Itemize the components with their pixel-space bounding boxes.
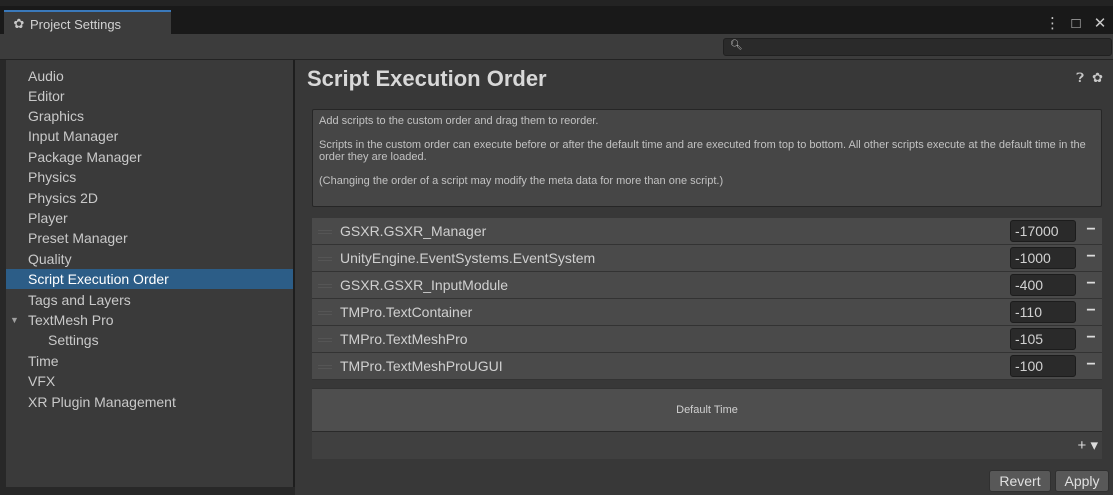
sidebar-item-tags-and-layers[interactable]: Tags and Layers xyxy=(6,290,293,310)
sidebar-item-physics-2d[interactable]: Physics 2D xyxy=(6,188,293,208)
settings-sidebar: Audio Editor Graphics Input Manager Pack… xyxy=(6,60,293,487)
drag-handle-icon[interactable] xyxy=(318,311,332,315)
revert-button[interactable]: Revert xyxy=(989,470,1051,492)
settings-gear-icon[interactable]: ✿ xyxy=(1092,70,1103,86)
close-icon[interactable]: ✕ xyxy=(1093,14,1107,32)
order-field[interactable]: -1000 xyxy=(1010,247,1076,269)
script-name: TMPro.TextMeshPro xyxy=(340,331,468,347)
more-options-icon[interactable]: ⋮ xyxy=(1045,14,1060,32)
drag-handle-icon[interactable] xyxy=(318,365,332,369)
sidebar-item-textmesh-pro[interactable]: ▼ TextMesh Pro xyxy=(6,310,293,330)
order-field[interactable]: -100 xyxy=(1010,355,1076,377)
sidebar-item-time[interactable]: Time xyxy=(6,351,293,371)
search-icon: 🔍︎ xyxy=(730,40,743,51)
script-name: TMPro.TextMeshProUGUI xyxy=(340,358,503,374)
script-name: UnityEngine.EventSystems.EventSystem xyxy=(340,250,596,266)
help-box: Add scripts to the custom order and drag… xyxy=(312,109,1102,207)
remove-icon[interactable]: − xyxy=(1084,249,1098,266)
script-row[interactable]: GSXR.GSXR_Manager -17000 − xyxy=(312,218,1102,245)
drag-handle-icon[interactable] xyxy=(318,284,332,288)
drag-handle-icon[interactable] xyxy=(318,230,332,234)
search-bar: 🔍︎ xyxy=(0,34,1113,60)
order-field[interactable]: -105 xyxy=(1010,328,1076,350)
project-settings-tab[interactable]: ✿ Project Settings xyxy=(4,10,171,36)
expand-arrow-icon[interactable]: ▼ xyxy=(10,310,19,330)
remove-icon[interactable]: − xyxy=(1084,222,1098,239)
script-row[interactable]: TMPro.TextContainer -110 − xyxy=(312,299,1102,326)
script-row[interactable]: TMPro.TextMeshPro -105 − xyxy=(312,326,1102,353)
drag-handle-icon[interactable] xyxy=(318,257,332,261)
script-name: TMPro.TextContainer xyxy=(340,304,473,320)
sidebar-item-preset-manager[interactable]: Preset Manager xyxy=(6,228,293,248)
default-time-divider: Default Time xyxy=(312,388,1102,431)
remove-icon[interactable]: − xyxy=(1084,330,1098,347)
window-controls: ⋮ □ ✕ xyxy=(1045,14,1107,33)
remove-icon[interactable]: − xyxy=(1084,276,1098,293)
script-order-list: GSXR.GSXR_Manager -17000 − UnityEngine.E… xyxy=(312,218,1102,380)
list-footer: + ▾ xyxy=(312,431,1102,459)
drag-handle-icon[interactable] xyxy=(318,338,332,342)
sidebar-item-script-execution-order[interactable]: Script Execution Order xyxy=(6,269,293,289)
help-text-line: (Changing the order of a script may modi… xyxy=(319,175,724,187)
title-icons: ❓︎ ✿ xyxy=(1076,70,1103,86)
tab-title: Project Settings xyxy=(30,16,122,32)
order-field[interactable]: -17000 xyxy=(1010,220,1076,242)
order-field[interactable]: -110 xyxy=(1010,301,1076,323)
sidebar-item-audio[interactable]: Audio xyxy=(6,66,293,86)
script-name: GSXR.GSXR_Manager xyxy=(340,223,487,239)
sidebar-item-xr-plugin-management[interactable]: XR Plugin Management xyxy=(6,392,293,412)
gear-icon: ✿ xyxy=(13,16,25,31)
help-text-line: Add scripts to the custom order and drag… xyxy=(319,115,599,127)
sidebar-item-textmesh-pro-settings[interactable]: Settings xyxy=(6,330,293,350)
sidebar-item-package-manager[interactable]: Package Manager xyxy=(6,147,293,167)
page-title: Script Execution Order xyxy=(307,66,547,91)
script-name: GSXR.GSXR_InputModule xyxy=(340,277,509,293)
remove-icon[interactable]: − xyxy=(1084,303,1098,320)
sidebar-item-player[interactable]: Player xyxy=(6,208,293,228)
script-row[interactable]: UnityEngine.EventSystems.EventSystem -10… xyxy=(312,245,1102,272)
help-text-line: Scripts in the custom order can execute … xyxy=(319,139,1086,163)
main-panel: Script Execution Order ❓︎ ✿ Add scripts … xyxy=(295,60,1113,495)
help-icon[interactable]: ❓︎ xyxy=(1076,70,1084,86)
maximize-icon[interactable]: □ xyxy=(1069,15,1083,32)
search-input[interactable] xyxy=(744,39,1104,55)
sidebar-item-input-manager[interactable]: Input Manager xyxy=(6,126,293,146)
order-field[interactable]: -400 xyxy=(1010,274,1076,296)
script-row[interactable]: GSXR.GSXR_InputModule -400 − xyxy=(312,272,1102,299)
title-bar: ✿ Project Settings ⋮ □ ✕ xyxy=(0,0,1113,36)
search-field[interactable]: 🔍︎ xyxy=(723,38,1112,56)
add-script-button[interactable]: + ▾ xyxy=(1078,436,1098,454)
sidebar-item-graphics[interactable]: Graphics xyxy=(6,106,293,126)
remove-icon[interactable]: − xyxy=(1084,357,1098,374)
apply-button[interactable]: Apply xyxy=(1055,470,1109,492)
script-row[interactable]: TMPro.TextMeshProUGUI -100 − xyxy=(312,353,1102,380)
sidebar-item-editor[interactable]: Editor xyxy=(6,86,293,106)
sidebar-item-physics[interactable]: Physics xyxy=(6,167,293,187)
sidebar-item-quality[interactable]: Quality xyxy=(6,249,293,269)
sidebar-item-vfx[interactable]: VFX xyxy=(6,371,293,391)
